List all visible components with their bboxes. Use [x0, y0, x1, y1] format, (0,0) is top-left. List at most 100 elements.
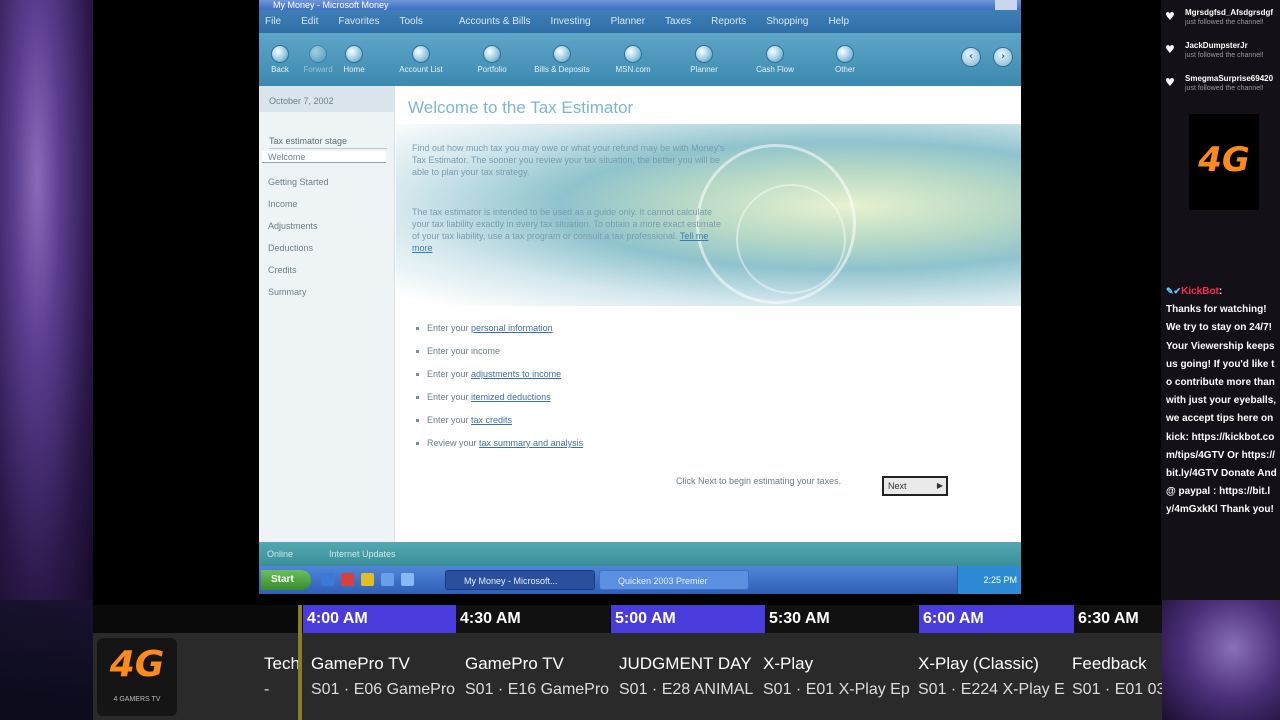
- menu-accounts-bills[interactable]: Accounts & Bills: [459, 16, 531, 27]
- window-title: My Money - Microsoft Money: [273, 0, 389, 10]
- media-icon[interactable]: [401, 573, 414, 586]
- channel-logo: 4G: [1189, 114, 1259, 210]
- bills-deposits-button[interactable]: Bills & Deposits: [533, 33, 591, 86]
- page-title: Welcome to the Tax Estimator: [408, 98, 634, 117]
- program-cell[interactable]: Feedback S01 · E01 03: [1072, 634, 1162, 720]
- menu-investing[interactable]: Investing: [551, 16, 591, 27]
- personal-information-link[interactable]: personal information: [471, 323, 553, 333]
- toolbar: Back Forward Home Account List Portfolio…: [259, 33, 1021, 86]
- status-bar: Online Internet Updates: [259, 542, 1021, 566]
- program-cell[interactable]: GamePro TV S01 · E06 GamePro: [311, 634, 461, 720]
- background-art-left: [0, 0, 93, 600]
- menu-help[interactable]: Help: [828, 16, 849, 27]
- program-cell[interactable]: X-Play S01 · E01 X-Play Ep: [763, 634, 915, 720]
- program-cell[interactable]: GamePro TV S01 · E16 GamePro: [465, 634, 615, 720]
- internet-updates[interactable]: Internet Updates: [329, 542, 396, 566]
- program-guide: 4:00 AM 4:30 AM 5:00 AM 5:30 AM 6:00 AM …: [93, 600, 1162, 720]
- content-area: October 7, 2002 Tax estimator stage Welc…: [259, 86, 1021, 542]
- steps-list: Enter your personal information Enter yo…: [416, 322, 583, 460]
- adjustments-link[interactable]: adjustments to income: [471, 369, 561, 379]
- menu-tools[interactable]: Tools: [399, 16, 422, 27]
- list-item: Enter your income: [416, 345, 583, 368]
- stage-welcome[interactable]: Welcome: [262, 151, 386, 163]
- money-window: My Money - Microsoft Money File Edit Fav…: [259, 0, 1021, 594]
- tax-credits-link[interactable]: tax credits: [471, 415, 512, 425]
- program-cell[interactable]: X-Play (Classic) S01 · E224 X-Play E: [918, 634, 1070, 720]
- itemized-deductions-link[interactable]: itemized deductions: [471, 392, 551, 402]
- time-slot: 6:00 AM: [919, 605, 1074, 633]
- tax-estimator-panel: Welcome to the Tax Estimator Find out ho…: [396, 86, 1021, 542]
- now-marker: [298, 605, 302, 720]
- next-hint: Click Next to begin estimating your taxe…: [676, 476, 842, 486]
- next-arrow-icon: ▶: [936, 481, 943, 490]
- nav-back-arrow-icon[interactable]: ‹: [961, 47, 981, 67]
- menu-edit[interactable]: Edit: [301, 16, 318, 27]
- portfolio-button[interactable]: Portfolio: [463, 33, 521, 86]
- ie-icon[interactable]: [321, 573, 334, 586]
- list-item: Enter your adjustments to income: [416, 368, 583, 391]
- background-art-right: [1162, 600, 1280, 720]
- planner-button[interactable]: Planner: [675, 33, 733, 86]
- current-date: October 7, 2002: [259, 86, 394, 112]
- folder-icon[interactable]: [361, 573, 374, 586]
- menu-file[interactable]: File: [265, 16, 281, 27]
- stage-summary[interactable]: Summary: [259, 281, 394, 303]
- system-tray-clock: 2:25 PM: [957, 566, 1021, 594]
- task-quicken[interactable]: Quicken 2003 Premier: [599, 570, 749, 590]
- msn-butterfly-icon: [624, 45, 642, 63]
- time-slot: 4:30 AM: [456, 605, 610, 633]
- stage-adjustments[interactable]: Adjustments: [259, 215, 394, 237]
- cash-flow-button[interactable]: Cash Flow: [746, 33, 804, 86]
- window-controls[interactable]: [995, 0, 1017, 10]
- guide-channel-logo: 4G 4 GAMERS TV: [97, 638, 177, 716]
- other-icon: [836, 45, 854, 63]
- desktop-icon[interactable]: [381, 573, 394, 586]
- portfolio-icon: [483, 45, 501, 63]
- nav-forward-arrow-icon[interactable]: ›: [993, 47, 1013, 67]
- time-slot: 5:30 AM: [765, 605, 919, 633]
- menu-shopping[interactable]: Shopping: [766, 16, 808, 27]
- other-button[interactable]: Other: [816, 33, 874, 86]
- intro-paragraph-1: Find out how much tax you may owe or wha…: [412, 143, 725, 177]
- intro-paragraph-2: The tax estimator is intended to be used…: [412, 207, 721, 253]
- tax-summary-link[interactable]: tax summary and analysis: [479, 438, 583, 448]
- time-slot: 6:30 AM: [1074, 605, 1162, 633]
- menu-planner[interactable]: Planner: [611, 16, 645, 27]
- stage-credits[interactable]: Credits: [259, 259, 394, 281]
- heart-icon: ♥: [1165, 43, 1175, 56]
- video-area: My Money - Microsoft Money File Edit Fav…: [93, 0, 1161, 600]
- account-list-button[interactable]: Account List: [392, 33, 450, 86]
- account-list-icon: [412, 45, 430, 63]
- menu-bar: File Edit Favorites Tools Accounts & Bil…: [259, 10, 1021, 33]
- list-item: Enter your itemized deductions: [416, 391, 583, 414]
- time-slot: 5:00 AM: [611, 605, 765, 633]
- list-item: Enter your tax credits: [416, 414, 583, 437]
- stage-income[interactable]: Income: [259, 193, 394, 215]
- home-button[interactable]: Home: [325, 33, 383, 86]
- start-button[interactable]: Start: [261, 570, 311, 590]
- bills-icon: [553, 45, 571, 63]
- menu-reports[interactable]: Reports: [711, 16, 746, 27]
- next-button[interactable]: Next ▶: [882, 476, 948, 496]
- stage-getting-started[interactable]: Getting Started: [259, 171, 394, 193]
- bot-message: ✎✔KickBot: Thanks for watching! We try t…: [1166, 286, 1277, 516]
- program-cell[interactable]: JUDGMENT DAY S01 · E28 ANIMAL: [619, 634, 762, 720]
- task-my-money[interactable]: My Money - Microsoft...: [445, 570, 595, 590]
- menu-taxes[interactable]: Taxes: [665, 16, 691, 27]
- stage-sidebar: October 7, 2002 Tax estimator stage Welc…: [259, 86, 395, 542]
- list-item: Enter your personal information: [416, 322, 583, 345]
- time-slot: 4:00 AM: [303, 605, 460, 633]
- menu-favorites[interactable]: Favorites: [338, 16, 379, 27]
- window-titlebar: My Money - Microsoft Money: [259, 0, 1021, 10]
- status-online: Online: [267, 549, 294, 559]
- badge-icons: ✎✔: [1166, 286, 1182, 296]
- list-item: Review your tax summary and analysis: [416, 437, 583, 460]
- money-icon[interactable]: [341, 573, 354, 586]
- heart-icon: ♥: [1165, 76, 1175, 89]
- msn-button[interactable]: MSN.com: [604, 33, 662, 86]
- stream-overlay: My Money - Microsoft Money File Edit Fav…: [0, 0, 1280, 720]
- stage-deductions[interactable]: Deductions: [259, 237, 394, 259]
- bot-name: KickBot: [1181, 286, 1219, 297]
- stages-title: Tax estimator stage: [269, 136, 387, 149]
- bot-message-text: Thanks for watching! We try to stay on 2…: [1166, 304, 1277, 516]
